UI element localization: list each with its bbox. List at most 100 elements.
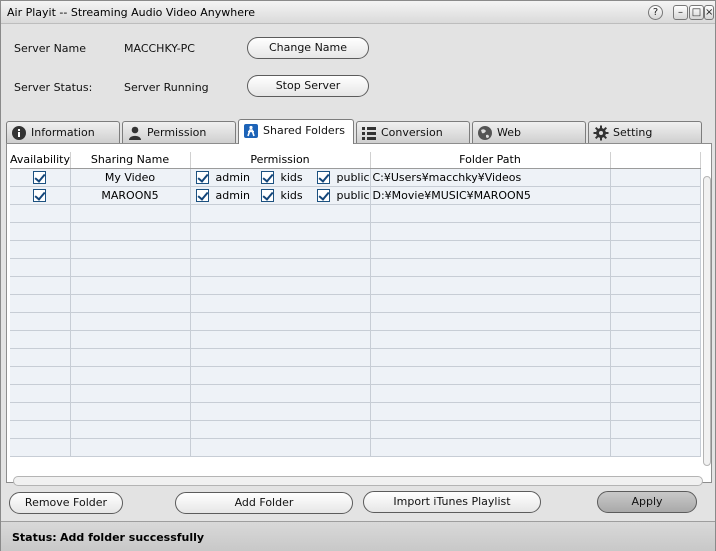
empty-cell: [370, 330, 611, 349]
sharing-name-cell: My Video: [70, 168, 191, 187]
window-title: Air Playit -- Streaming Audio Video Anyw…: [7, 6, 256, 19]
permission-public[interactable]: public: [316, 170, 369, 184]
tab-web[interactable]: Web: [472, 121, 586, 143]
empty-cell: [190, 294, 371, 313]
tab-label: Permission: [147, 126, 207, 139]
empty-cell: [370, 420, 611, 439]
empty-cell: [370, 366, 611, 385]
apply-button[interactable]: Apply: [597, 491, 697, 513]
permission-kids[interactable]: kids: [260, 170, 303, 184]
empty-table-row: [10, 420, 701, 439]
empty-cell: [190, 438, 371, 457]
table-row[interactable]: My Video admin kids public C:¥Users¥macc…: [10, 168, 701, 187]
availability-checkbox[interactable]: [33, 170, 47, 184]
permission-admin[interactable]: admin: [195, 170, 250, 184]
empty-table-row: [10, 258, 701, 277]
kids-checkbox[interactable]: [260, 170, 274, 184]
server-name-label: Server Name: [14, 42, 87, 55]
empty-cell: [70, 276, 191, 295]
server-status-label: Server Status:: [14, 81, 93, 94]
web-icon: [478, 126, 492, 140]
permission-public[interactable]: public: [316, 188, 369, 202]
public-checkbox[interactable]: [316, 188, 330, 202]
empty-table-row: [10, 348, 701, 367]
empty-cell: [70, 384, 191, 403]
gear-icon: [593, 125, 609, 141]
maximize-button[interactable]: □: [689, 5, 704, 20]
tab-label: Information: [31, 126, 95, 139]
status-bar: Status: Add folder successfully: [1, 521, 715, 551]
tab-setting[interactable]: Setting: [588, 121, 702, 143]
tab-conversion[interactable]: Conversion: [356, 121, 470, 143]
table-row[interactable]: MAROON5 admin kids public D:¥Movie¥MUSIC…: [10, 186, 701, 205]
shared-folders-panel: Availability Sharing Name Permission Fol…: [6, 143, 712, 486]
shared-folder-icon: [244, 124, 258, 138]
empty-cell: [370, 240, 611, 259]
kids-checkbox[interactable]: [260, 188, 274, 202]
empty-cell: [610, 438, 701, 457]
empty-cell: [370, 204, 611, 223]
vertical-scrollbar[interactable]: [703, 176, 711, 466]
empty-cell: [610, 402, 701, 421]
empty-cell: [610, 312, 701, 331]
empty-cell: [70, 402, 191, 421]
admin-checkbox[interactable]: [195, 188, 209, 202]
column-header-sharing-name[interactable]: Sharing Name: [70, 152, 191, 169]
tab-information[interactable]: Information: [6, 121, 120, 143]
empty-cell: [10, 312, 71, 331]
column-header-extra: [610, 152, 701, 169]
column-header-availability[interactable]: Availability: [10, 152, 71, 169]
tab-label: Conversion: [381, 126, 443, 139]
status-label: Status:: [12, 531, 57, 544]
folder-path-cell: C:¥Users¥macchky¥Videos: [370, 168, 611, 187]
empty-cell: [610, 294, 701, 313]
empty-cell: [370, 348, 611, 367]
public-checkbox[interactable]: [316, 170, 330, 184]
close-button[interactable]: ×: [704, 5, 714, 20]
admin-checkbox[interactable]: [195, 170, 209, 184]
empty-cell: [370, 222, 611, 241]
empty-cell: [10, 384, 71, 403]
empty-cell: [190, 204, 371, 223]
empty-cell: [190, 330, 371, 349]
empty-table-row: [10, 312, 701, 331]
tab-permission[interactable]: Permission: [122, 121, 236, 143]
empty-cell: [370, 294, 611, 313]
empty-table-row: [10, 366, 701, 385]
empty-cell: [10, 330, 71, 349]
tab-label: Shared Folders: [263, 124, 345, 137]
help-icon[interactable]: ?: [648, 5, 663, 20]
empty-cell: [610, 222, 701, 241]
import-itunes-playlist-button[interactable]: Import iTunes Playlist: [363, 491, 541, 513]
empty-cell: [70, 366, 191, 385]
empty-cell: [610, 384, 701, 403]
sharing-name-cell: MAROON5: [70, 186, 191, 205]
permission-cell: admin kids public: [190, 186, 371, 205]
remove-folder-button[interactable]: Remove Folder: [9, 492, 123, 514]
empty-cell: [70, 222, 191, 241]
permission-admin[interactable]: admin: [195, 188, 250, 202]
permission-cell: admin kids public: [190, 168, 371, 187]
column-header-permission[interactable]: Permission: [190, 152, 371, 169]
empty-cell: [70, 420, 191, 439]
server-status-value: Server Running: [124, 81, 209, 94]
empty-cell: [10, 276, 71, 295]
tab-label: Web: [497, 126, 521, 139]
empty-cell: [190, 402, 371, 421]
add-folder-button[interactable]: Add Folder: [175, 492, 353, 514]
empty-cell: [610, 168, 701, 187]
empty-cell: [10, 402, 71, 421]
empty-table-row: [10, 402, 701, 421]
change-name-button[interactable]: Change Name: [247, 37, 369, 59]
empty-cell: [70, 294, 191, 313]
empty-cell: [370, 312, 611, 331]
permission-kids[interactable]: kids: [260, 188, 303, 202]
horizontal-scrollbar[interactable]: [13, 476, 703, 486]
availability-checkbox[interactable]: [33, 188, 47, 202]
stop-server-button[interactable]: Stop Server: [247, 75, 369, 97]
minimize-button[interactable]: –: [673, 5, 688, 20]
column-header-folder-path[interactable]: Folder Path: [370, 152, 611, 169]
empty-table-row: [10, 276, 701, 295]
empty-cell: [370, 384, 611, 403]
tab-shared-folders[interactable]: Shared Folders: [238, 119, 354, 144]
